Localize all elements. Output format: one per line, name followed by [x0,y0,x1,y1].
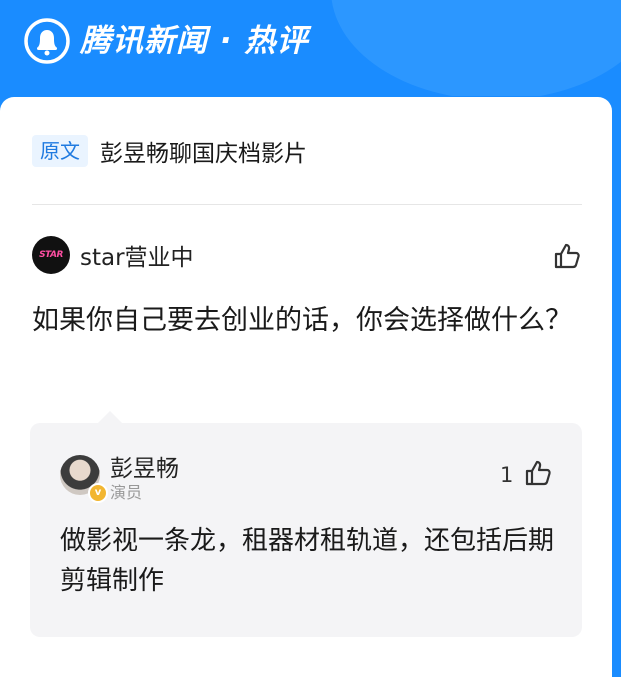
original-article-link[interactable]: 原文 彭昱畅聊国庆档影片 [32,133,307,169]
hot-comment-card: 原文 彭昱畅聊国庆档影片 STAR star营业中 如果你自己要去创业的话，你会… [0,97,612,677]
comment-text: 如果你自己要去创业的话，你会选择做什么？ [32,305,572,336]
reply-like-count: 1 [500,463,514,487]
avatar-logo-text: STAR [39,250,63,260]
reply-text: 做影视一条龙，租器材租轨道，还包括后期剪辑制作 [60,526,555,596]
reply-pointer [98,411,122,423]
reply-role: 演员 [110,483,143,502]
avatar[interactable]: STAR [32,236,70,274]
header-decoration [331,0,621,96]
article-title: 彭昱畅聊国庆档影片 [100,141,307,167]
comment-username[interactable]: star营业中 [80,238,194,272]
app-header: 腾讯新闻 · 热评 [0,0,621,96]
divider [32,204,582,205]
reply-username[interactable]: 彭昱畅 [110,449,179,483]
verified-badge-icon: v [88,483,108,503]
brand-title: 腾讯新闻 · 热评 [80,23,309,59]
tencent-news-bell-icon [24,18,70,64]
thumbs-up-icon[interactable] [524,459,552,487]
thumbs-up-icon[interactable] [553,242,581,270]
comment-author[interactable]: STAR star营业中 [32,235,194,275]
original-tag: 原文 [32,135,88,167]
reply-box: v 彭昱畅 演员 1 做影视一条龙，租器材租轨道，还包括后期剪辑制作 [30,411,582,637]
